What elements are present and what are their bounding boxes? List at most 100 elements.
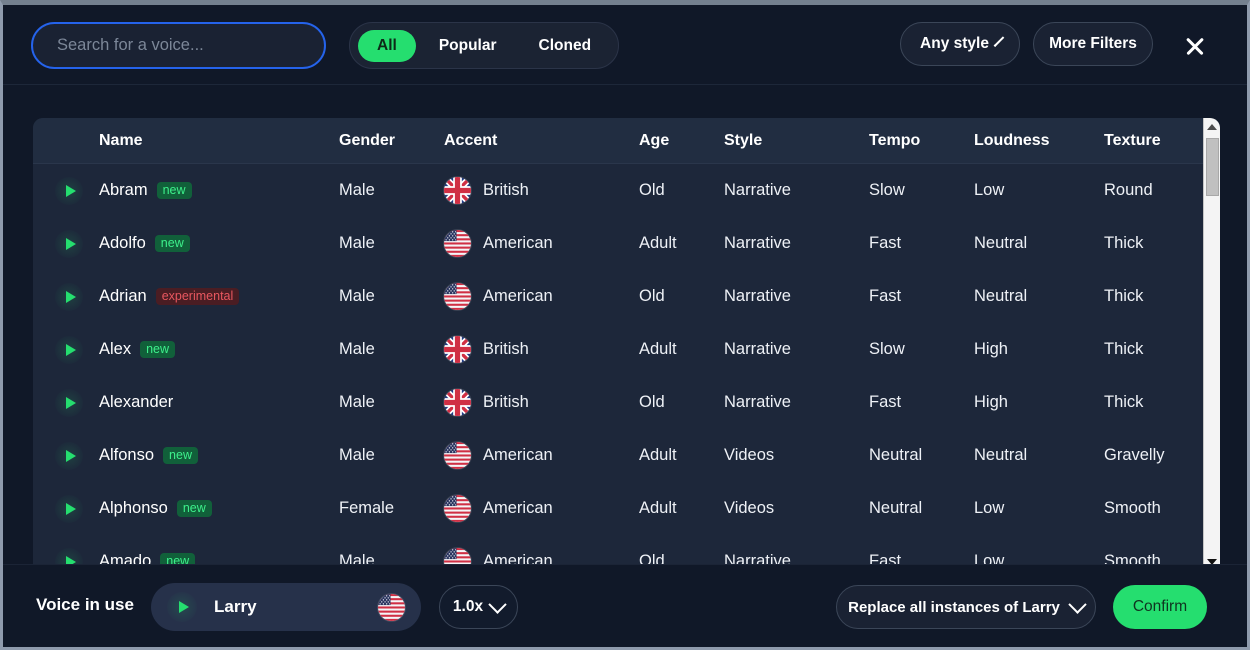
play-icon[interactable]: [55, 389, 83, 417]
cell-style: Videos: [724, 446, 869, 465]
cell-texture: Thick: [1104, 393, 1204, 412]
badge-new: new: [157, 182, 192, 200]
cell-name: Alexander: [99, 393, 339, 412]
cell-texture: Round: [1104, 181, 1204, 200]
column-header-loudness[interactable]: Loudness: [974, 132, 1104, 150]
flag-us-icon: [444, 495, 471, 522]
confirm-button[interactable]: Confirm: [1113, 585, 1207, 629]
cell-gender: Female: [339, 499, 444, 518]
cell-gender: Male: [339, 181, 444, 200]
cell-accent: British: [444, 389, 639, 416]
cell-name: Alfonsonew: [99, 446, 339, 465]
cell-age: Adult: [639, 446, 724, 465]
table-row[interactable]: AlexanderMaleBritishOldNarrativeFastHigh…: [33, 376, 1203, 429]
cell-style: Narrative: [724, 340, 869, 359]
playback-speed-dropdown[interactable]: 1.0x: [439, 585, 518, 629]
play-icon[interactable]: [167, 592, 197, 622]
search-input[interactable]: [55, 35, 302, 56]
play-icon[interactable]: [55, 442, 83, 470]
cell-accent: American: [444, 230, 639, 257]
cell-texture: Thick: [1104, 287, 1204, 306]
cell-age: Old: [639, 393, 724, 412]
play-icon[interactable]: [55, 495, 83, 523]
scrollbar-thumb[interactable]: [1206, 138, 1219, 196]
column-header-accent[interactable]: Accent: [444, 132, 639, 150]
replace-instances-dropdown[interactable]: Replace all instances of Larry: [836, 585, 1096, 629]
search-box[interactable]: [31, 22, 326, 69]
cell-age: Old: [639, 287, 724, 306]
cell-accent: British: [444, 336, 639, 363]
voice-name: Alfonso: [99, 446, 154, 465]
column-header-name[interactable]: Name: [99, 132, 339, 150]
voice-table-body-wrap: Name Gender Accent Age Style Tempo Loudn…: [33, 118, 1203, 570]
table-row[interactable]: AdrianexperimentalMaleAmericanOldNarrati…: [33, 270, 1203, 323]
flag-us-icon: [444, 442, 471, 469]
cell-loudness: Low: [974, 181, 1104, 200]
flag-us-icon: [444, 283, 471, 310]
more-filters-button[interactable]: More Filters: [1033, 22, 1153, 66]
column-header-age[interactable]: Age: [639, 132, 724, 150]
table-row[interactable]: AdolfonewMaleAmericanAdultNarrativeFastN…: [33, 217, 1203, 270]
tab-cloned[interactable]: Cloned: [520, 30, 611, 62]
playback-speed-label: 1.0x: [453, 598, 483, 616]
cell-name: Alexnew: [99, 340, 339, 359]
cell-name: Abramnew: [99, 181, 339, 200]
table-row[interactable]: AbramnewMaleBritishOldNarrativeSlowLowRo…: [33, 164, 1203, 217]
cell-gender: Male: [339, 393, 444, 412]
column-header-texture[interactable]: Texture: [1104, 132, 1204, 150]
close-icon[interactable]: [1178, 29, 1212, 63]
accent-label: British: [483, 181, 529, 200]
current-voice-name: Larry: [214, 597, 378, 617]
row-play-cell: [33, 389, 99, 417]
cell-style: Videos: [724, 499, 869, 518]
cell-loudness: Neutral: [974, 287, 1104, 306]
voice-name: Alphonso: [99, 499, 168, 518]
tab-all[interactable]: All: [358, 30, 416, 62]
voice-rows: AbramnewMaleBritishOldNarrativeSlowLowRo…: [33, 164, 1203, 570]
cell-style: Narrative: [724, 181, 869, 200]
badge-new: new: [155, 235, 190, 253]
cell-texture: Smooth: [1104, 499, 1204, 518]
cell-texture: Thick: [1104, 234, 1204, 253]
cell-tempo: Neutral: [869, 499, 974, 518]
table-row[interactable]: AlexnewMaleBritishAdultNarrativeSlowHigh…: [33, 323, 1203, 376]
cell-style: Narrative: [724, 287, 869, 306]
flag-us-icon: [378, 594, 405, 621]
table-scrollbar[interactable]: [1203, 118, 1220, 570]
cell-accent: American: [444, 283, 639, 310]
any-style-dropdown[interactable]: Any style: [900, 22, 1020, 66]
flag-uk-icon: [444, 389, 471, 416]
flag-us-icon: [444, 230, 471, 257]
scroll-up-icon[interactable]: [1204, 118, 1220, 135]
play-icon[interactable]: [55, 230, 83, 258]
cell-tempo: Slow: [869, 181, 974, 200]
column-header-style[interactable]: Style: [724, 132, 869, 150]
cell-accent: American: [444, 442, 639, 469]
row-play-cell: [33, 230, 99, 258]
cell-loudness: High: [974, 393, 1104, 412]
table-row[interactable]: AlphonsonewFemaleAmericanAdultVideosNeut…: [33, 482, 1203, 535]
cell-style: Narrative: [724, 393, 869, 412]
play-icon[interactable]: [55, 336, 83, 364]
chevron-down-icon: [994, 36, 1005, 47]
row-play-cell: [33, 495, 99, 523]
more-filters-label: More Filters: [1049, 35, 1137, 53]
accent-label: British: [483, 393, 529, 412]
filter-segmented-control[interactable]: All Popular Cloned: [349, 22, 619, 69]
tab-popular[interactable]: Popular: [420, 30, 516, 62]
accent-label: British: [483, 340, 529, 359]
table-row[interactable]: AlfonsonewMaleAmericanAdultVideosNeutral…: [33, 429, 1203, 482]
cell-texture: Thick: [1104, 340, 1204, 359]
cell-name: Adrianexperimental: [99, 287, 339, 306]
cell-tempo: Fast: [869, 287, 974, 306]
current-voice-pill[interactable]: Larry: [151, 583, 421, 631]
column-header-tempo[interactable]: Tempo: [869, 132, 974, 150]
accent-label: American: [483, 499, 553, 518]
cell-loudness: Low: [974, 499, 1104, 518]
app-window: All Popular Cloned Any style More Filter…: [0, 0, 1250, 650]
any-style-label: Any style: [920, 35, 989, 53]
cell-loudness: Neutral: [974, 234, 1104, 253]
play-icon[interactable]: [55, 283, 83, 311]
column-header-gender[interactable]: Gender: [339, 132, 444, 150]
play-icon[interactable]: [55, 177, 83, 205]
